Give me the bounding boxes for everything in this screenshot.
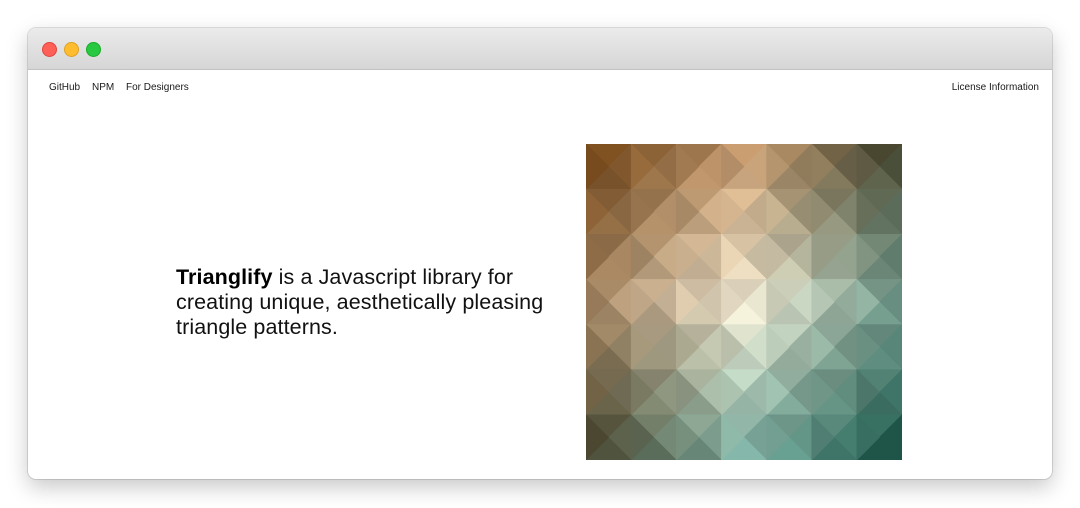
maximize-window-button[interactable] [86, 42, 101, 57]
nav-link-for-designers[interactable]: For Designers [126, 82, 189, 93]
nav-link-github[interactable]: GitHub [49, 82, 80, 93]
nav-link-license-information[interactable]: License Information [952, 82, 1039, 93]
window-titlebar [28, 28, 1052, 70]
hero-brand-name: Trianglify [176, 265, 273, 289]
nav-link-npm[interactable]: NPM [92, 82, 114, 93]
browser-window: GitHub NPM For Designers License Informa… [28, 28, 1052, 479]
minimize-window-button[interactable] [64, 42, 79, 57]
top-navigation: GitHub NPM For Designers License Informa… [28, 70, 1052, 106]
close-window-button[interactable] [42, 42, 57, 57]
hero-headline: Trianglify is a Javascript library for c… [176, 265, 571, 340]
triangle-pattern-canvas [586, 144, 902, 460]
trianglify-pattern-image [586, 144, 902, 460]
